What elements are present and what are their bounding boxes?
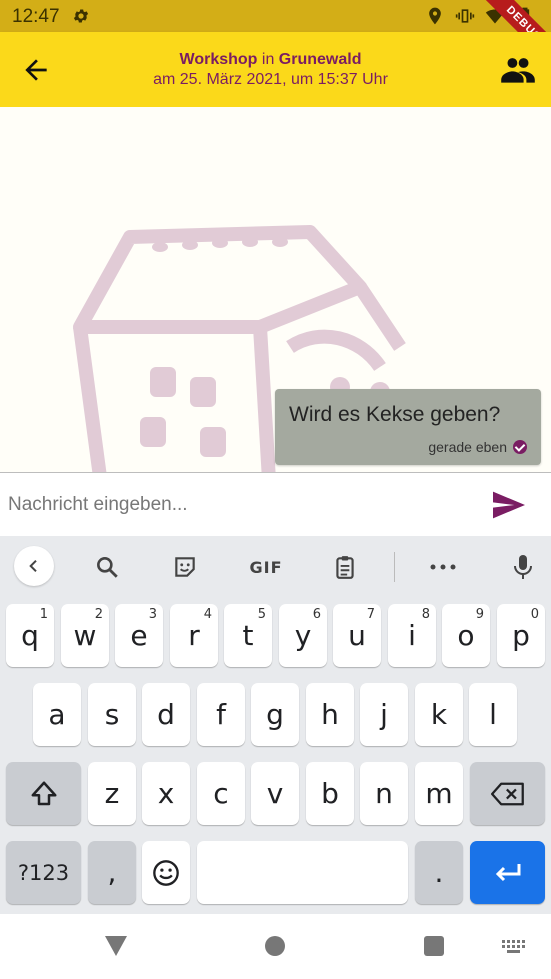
nav-recents-icon[interactable]: [424, 936, 444, 956]
nav-back-icon[interactable]: [105, 936, 127, 956]
navigation-bar: [0, 914, 551, 979]
search-icon: [97, 557, 118, 578]
event-datetime: am 25. März 2021, um 15:37 Uhr: [153, 71, 388, 88]
key-o[interactable]: o9: [442, 604, 490, 667]
key-b[interactable]: b: [306, 762, 354, 825]
message-input[interactable]: [0, 473, 480, 537]
key-g[interactable]: g: [251, 683, 299, 746]
shift-key[interactable]: [6, 762, 81, 825]
key-w[interactable]: w2: [61, 604, 109, 667]
event-title-line: Workshop in Grunewald: [70, 50, 471, 70]
key-d[interactable]: d: [142, 683, 190, 746]
key-h[interactable]: h: [306, 683, 354, 746]
message-meta: gerade eben: [428, 439, 527, 455]
sent-check-icon: [513, 440, 527, 454]
keyboard-switch-icon[interactable]: [502, 940, 526, 954]
key-u[interactable]: u7: [333, 604, 381, 667]
comma-key[interactable]: ,: [88, 841, 136, 904]
key-x[interactable]: x: [142, 762, 190, 825]
key-i[interactable]: i8: [388, 604, 436, 667]
backspace-key[interactable]: [470, 762, 545, 825]
toolbar-divider: [394, 552, 395, 582]
event-in-word: in: [261, 51, 275, 68]
key-k[interactable]: k: [415, 683, 463, 746]
send-icon[interactable]: [493, 491, 525, 519]
key-a[interactable]: a: [33, 683, 81, 746]
people-icon[interactable]: [501, 56, 535, 84]
key-z[interactable]: z: [88, 762, 136, 825]
enter-icon: [495, 863, 520, 881]
chat-area[interactable]: Wird es Kekse geben? gerade eben: [0, 107, 551, 473]
composer: [0, 472, 551, 537]
key-y[interactable]: y6: [279, 604, 327, 667]
chevron-left-icon: [29, 559, 37, 573]
keyboard-mic-button[interactable]: [506, 550, 540, 584]
keyboard-sticker-button[interactable]: [168, 550, 202, 584]
enter-key[interactable]: [470, 841, 545, 904]
space-key[interactable]: [197, 841, 408, 904]
emoji-key[interactable]: [142, 841, 190, 904]
app-bar: Workshop in Grunewald am 25. März 2021, …: [0, 32, 551, 107]
key-r[interactable]: r4: [170, 604, 218, 667]
onscreen-keyboard: GIF q1 w2 e3 r4 t5 y6 u7 i8 o9 p0 a s d …: [0, 536, 551, 914]
keyboard-clipboard-button[interactable]: [328, 550, 362, 584]
gear-icon: [73, 9, 89, 23]
message-bubble[interactable]: Wird es Kekse geben? gerade eben: [275, 389, 541, 465]
key-v[interactable]: v: [251, 762, 299, 825]
vibrate-icon: [455, 9, 475, 23]
key-c[interactable]: c: [197, 762, 245, 825]
key-n[interactable]: n: [360, 762, 408, 825]
key-m[interactable]: m: [415, 762, 463, 825]
key-s[interactable]: s: [88, 683, 136, 746]
key-q[interactable]: q1: [6, 604, 54, 667]
message-text: Wird es Kekse geben?: [289, 403, 501, 426]
sticker-icon: [175, 557, 195, 577]
symbols-key[interactable]: ?123: [6, 841, 81, 904]
key-e[interactable]: e3: [115, 604, 163, 667]
event-title: Workshop in Grunewald am 25. März 2021, …: [70, 50, 471, 90]
period-key[interactable]: .: [415, 841, 463, 904]
key-l[interactable]: l: [469, 683, 517, 746]
key-j[interactable]: j: [360, 683, 408, 746]
clipboard-icon: [336, 556, 354, 579]
key-t[interactable]: t5: [224, 604, 272, 667]
key-p[interactable]: p0: [497, 604, 545, 667]
microphone-icon: [514, 555, 532, 579]
message-time: gerade eben: [428, 439, 507, 455]
status-time: 12:47: [12, 6, 60, 27]
emoji-icon: [153, 859, 179, 886]
nav-home-icon[interactable]: [265, 936, 285, 956]
keyboard-collapse-button[interactable]: [14, 546, 54, 586]
back-arrow-icon[interactable]: [20, 54, 52, 86]
keyboard-search-button[interactable]: [90, 550, 124, 584]
key-f[interactable]: f: [197, 683, 245, 746]
keyboard-toolbar: GIF: [0, 536, 551, 598]
event-place: Grunewald: [278, 51, 362, 68]
more-dots-icon: [430, 564, 456, 570]
backspace-icon: [490, 782, 524, 805]
status-bar: 12:47 DEBUG: [0, 0, 551, 70]
keyboard-gif-button[interactable]: GIF: [246, 550, 286, 584]
shift-icon: [31, 781, 56, 805]
location-icon: [429, 7, 441, 25]
event-name: Workshop: [179, 51, 258, 68]
keyboard-more-button[interactable]: [426, 550, 460, 584]
